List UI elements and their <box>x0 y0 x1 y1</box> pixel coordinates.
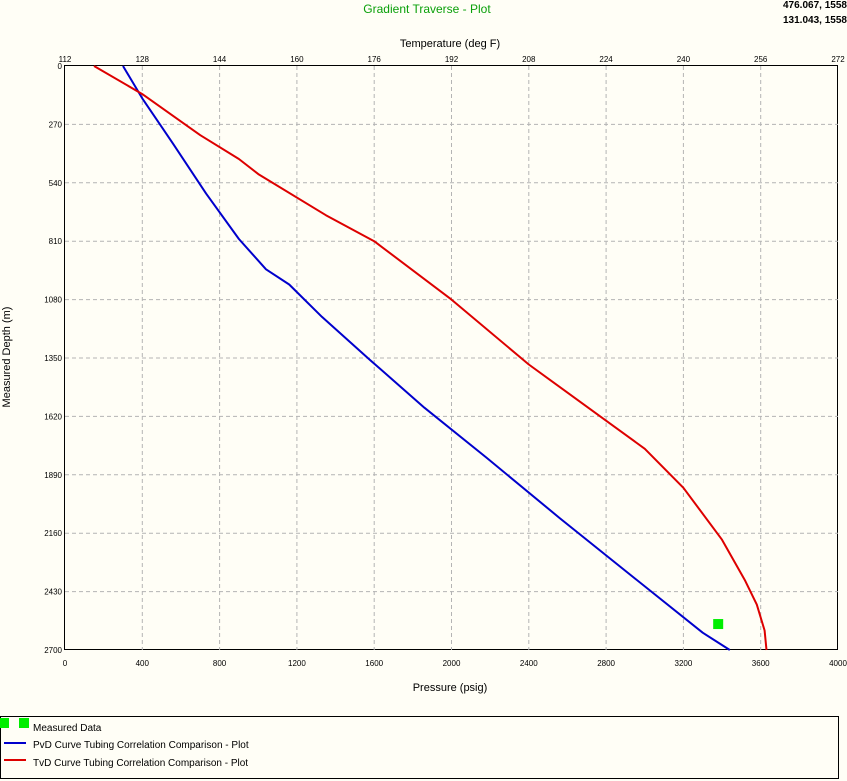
measured-data-marker-icon <box>19 718 29 728</box>
x-tick-label: 1200 <box>288 659 306 668</box>
x2-tick-label: 208 <box>522 55 536 64</box>
x-axis-title: Pressure (psig) <box>413 682 488 694</box>
x-tick-label: 0 <box>63 659 68 668</box>
y-tick-label: 810 <box>49 237 63 246</box>
x-tick-label: 3200 <box>675 659 693 668</box>
legend-item-pvd: PvD Curve Tubing Correlation Comparison … <box>4 740 249 751</box>
axis-ticks: 0 400 800 1200 1600 2000 2400 2800 3200 3600 40001… <box>44 55 847 668</box>
x-tick-label: 400 <box>136 659 150 668</box>
x-tick-label: 3600 <box>752 659 770 668</box>
y-tick-label: 1890 <box>44 471 62 480</box>
x-tick-label: 2400 <box>520 659 538 668</box>
x-tick-label: 2000 <box>443 659 461 668</box>
x2-tick-label: 224 <box>599 55 613 64</box>
x2-tick-label: 160 <box>290 55 304 64</box>
y-tick-label: 270 <box>49 120 63 129</box>
legend-item-tvd: TvD Curve Tubing Correlation Comparison … <box>4 758 248 769</box>
x2-tick-label: 256 <box>754 55 768 64</box>
gradient-traverse-chart: Gradient Traverse - Plot 476.067, 1558.0… <box>0 0 847 779</box>
legend-label-measured: Measured Data <box>33 723 102 734</box>
chart-title: Gradient Traverse - Plot <box>363 2 491 16</box>
x-tick-label: 2800 <box>597 659 615 668</box>
y-axis-title: Measured Depth (m) <box>1 307 13 408</box>
cursor-readout-1: 476.067, 1558.0 <box>783 0 847 11</box>
x2-tick-label: 272 <box>831 55 845 64</box>
x2-tick-label: 240 <box>677 55 691 64</box>
y-tick-label: 2160 <box>44 529 62 538</box>
x-tick-label: 4000 <box>829 659 847 668</box>
x2-tick-label: 192 <box>445 55 459 64</box>
y-tick-label: 540 <box>49 179 63 188</box>
measured-data-marker-icon <box>0 718 9 728</box>
x2-tick-label: 144 <box>213 55 227 64</box>
y-tick-label: 2430 <box>44 588 62 597</box>
x-tick-label: 1600 <box>365 659 383 668</box>
y-tick-label: 1080 <box>44 296 62 305</box>
x-tick-label: 800 <box>213 659 227 668</box>
y-tick-label: 2700 <box>44 646 62 655</box>
legend-label-tvd: TvD Curve Tubing Correlation Comparison … <box>33 758 248 769</box>
y-tick-label: 1620 <box>44 412 62 421</box>
y-tick-label: 1350 <box>44 354 62 363</box>
x2-tick-label: 176 <box>368 55 382 64</box>
legend-item-measured: Measured Data <box>0 718 102 734</box>
measured-data-point <box>713 619 724 630</box>
legend-label-pvd: PvD Curve Tubing Correlation Comparison … <box>33 740 249 751</box>
x2-axis-title: Temperature (deg F) <box>400 38 500 50</box>
y-tick-label: 0 <box>58 62 63 71</box>
cursor-readout-2: 131.043, 1558.0 <box>783 15 847 26</box>
x2-tick-label: 128 <box>136 55 150 64</box>
grid <box>65 66 838 650</box>
